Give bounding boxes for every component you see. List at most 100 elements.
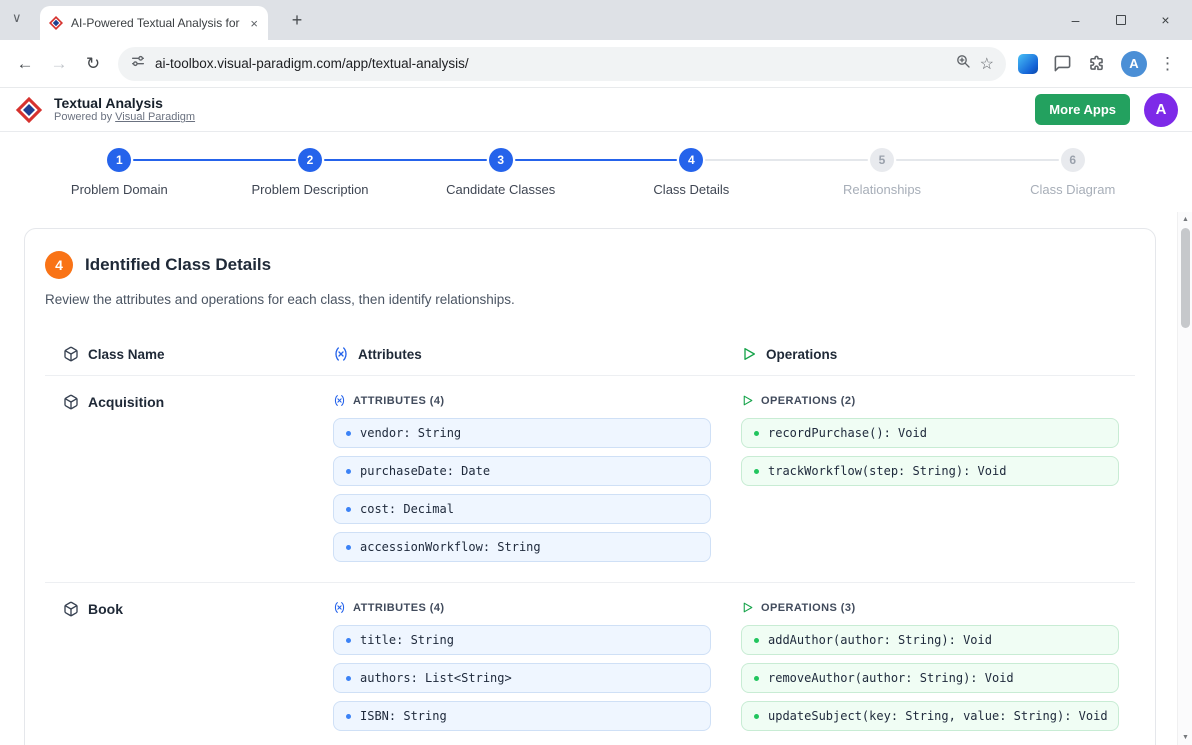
attributes-variable-icon — [333, 394, 346, 407]
step-label: Class Details — [653, 182, 729, 197]
bullet-icon — [346, 469, 351, 474]
step-relationships[interactable]: 5 Relationships — [787, 148, 978, 197]
column-operations: Operations — [766, 347, 837, 362]
back-button[interactable]: ← — [8, 47, 42, 81]
forward-button[interactable]: → — [42, 47, 76, 81]
bullet-icon — [346, 714, 351, 719]
step-candidate-classes[interactable]: 3 Candidate Classes — [405, 148, 596, 197]
operation-pill[interactable]: recordPurchase(): Void — [741, 418, 1119, 448]
user-avatar[interactable]: A — [1144, 93, 1178, 127]
url-text[interactable]: ai-toolbox.visual-paradigm.com/app/textu… — [155, 56, 946, 71]
extensions-puzzle-icon[interactable] — [1087, 54, 1106, 73]
attribute-pill[interactable]: ISBN: String — [333, 701, 711, 731]
page-content: 4 Identified Class Details Review the at… — [0, 212, 1192, 745]
more-apps-button[interactable]: More Apps — [1035, 94, 1130, 125]
site-settings-icon[interactable] — [130, 53, 146, 74]
bookmark-star-icon[interactable]: ☆ — [980, 54, 994, 74]
attribute-text: ISBN: String — [360, 709, 447, 723]
browser-tab[interactable]: AI-Powered Textual Analysis for × — [40, 6, 268, 40]
step-problem-domain[interactable]: 1 Problem Domain — [24, 148, 215, 197]
tab-close-icon[interactable]: × — [248, 16, 260, 31]
reload-button[interactable]: ↻ — [76, 47, 110, 81]
class-row-acquisition: Acquisition ATTRIBUTES (4) vendor: Strin… — [45, 376, 1135, 583]
bullet-icon — [754, 638, 759, 643]
attribute-pill[interactable]: title: String — [333, 625, 711, 655]
table-header-row: Class Name Attributes Operations — [45, 333, 1135, 376]
attribute-pill[interactable]: purchaseDate: Date — [333, 456, 711, 486]
browser-menu-icon[interactable]: ⋮ — [1157, 54, 1184, 74]
class-box-icon — [63, 346, 79, 362]
scrollbar-thumb[interactable] — [1181, 228, 1190, 328]
new-tab-button[interactable]: + — [284, 7, 310, 33]
bullet-icon — [754, 714, 759, 719]
step-number: 2 — [298, 148, 322, 172]
app-titles: Textual Analysis Powered by Visual Parad… — [54, 95, 195, 125]
class-details-card: 4 Identified Class Details Review the at… — [24, 228, 1156, 745]
operation-pill[interactable]: trackWorkflow(step: String): Void — [741, 456, 1119, 486]
step-badge: 4 — [45, 251, 73, 279]
operation-pill[interactable]: addAuthor(author: String): Void — [741, 625, 1119, 655]
class-name: Book — [88, 601, 123, 617]
scroll-up-icon[interactable]: ▲ — [1178, 216, 1192, 223]
browser-profile-avatar[interactable]: A — [1121, 51, 1147, 77]
operation-text: removeAuthor(author: String): Void — [768, 671, 1014, 685]
class-box-icon — [63, 601, 79, 617]
step-label: Problem Description — [251, 182, 368, 197]
bullet-icon — [346, 545, 351, 550]
bullet-icon — [346, 507, 351, 512]
attribute-pill[interactable]: authors: List<String> — [333, 663, 711, 693]
app-title: Textual Analysis — [54, 95, 195, 112]
step-number: 6 — [1061, 148, 1085, 172]
step-class-details[interactable]: 4 Class Details — [596, 148, 787, 197]
bullet-icon — [754, 469, 759, 474]
step-class-diagram[interactable]: 6 Class Diagram — [977, 148, 1168, 197]
column-attributes: Attributes — [358, 347, 422, 362]
attribute-pill[interactable]: vendor: String — [333, 418, 711, 448]
attributes-cell: ATTRIBUTES (4) vendor: String purchaseDa… — [333, 394, 741, 562]
close-window-button[interactable]: × — [1143, 0, 1188, 40]
step-problem-description[interactable]: 2 Problem Description — [215, 148, 406, 197]
extensions-area: A — [1018, 51, 1147, 77]
wizard-stepper: 1 Problem Domain 2 Problem Description 3… — [0, 132, 1192, 212]
scroll-down-icon[interactable]: ▼ — [1178, 734, 1192, 741]
attribute-text: purchaseDate: Date — [360, 464, 490, 478]
bullet-icon — [346, 676, 351, 681]
copilot-extension-icon[interactable] — [1018, 54, 1038, 74]
page-subtitle: Review the attributes and operations for… — [45, 292, 1135, 307]
step-label: Problem Domain — [71, 182, 168, 197]
zoom-icon[interactable] — [955, 53, 971, 74]
tab-title: AI-Powered Textual Analysis for — [71, 16, 241, 30]
attribute-text: accessionWorkflow: String — [360, 540, 541, 554]
attribute-pill[interactable]: accessionWorkflow: String — [333, 532, 711, 562]
visual-paradigm-link[interactable]: Visual Paradigm — [115, 111, 195, 123]
operation-text: addAuthor(author: String): Void — [768, 633, 992, 647]
operations-play-icon — [741, 394, 754, 407]
operations-count-label: OPERATIONS (2) — [761, 395, 856, 407]
address-bar[interactable]: ai-toolbox.visual-paradigm.com/app/textu… — [118, 47, 1006, 81]
attributes-count-label: ATTRIBUTES (4) — [353, 602, 445, 614]
page-scrollbar[interactable]: ▲ ▼ — [1177, 212, 1192, 745]
chat-extension-icon[interactable] — [1053, 54, 1072, 73]
step-label: Relationships — [843, 182, 921, 197]
operations-play-icon — [741, 601, 754, 614]
app-header: Textual Analysis Powered by Visual Parad… — [0, 88, 1192, 132]
maximize-button[interactable] — [1098, 0, 1143, 40]
operation-pill[interactable]: removeAuthor(author: String): Void — [741, 663, 1119, 693]
powered-by: Powered by Visual Paradigm — [54, 111, 195, 124]
attribute-text: cost: Decimal — [360, 502, 454, 516]
bullet-icon — [754, 676, 759, 681]
attribute-text: vendor: String — [360, 426, 461, 440]
operation-pill[interactable]: updateSubject(key: String, value: String… — [741, 701, 1119, 731]
tab-search-chevron-icon[interactable]: ∨ — [12, 10, 22, 26]
class-name-cell: Acquisition — [63, 394, 333, 410]
maximize-icon — [1116, 15, 1126, 25]
minimize-button[interactable]: – — [1053, 0, 1098, 40]
step-number: 1 — [107, 148, 131, 172]
step-number: 5 — [870, 148, 894, 172]
bullet-icon — [754, 431, 759, 436]
attribute-text: authors: List<String> — [360, 671, 512, 685]
step-label: Class Diagram — [1030, 182, 1115, 197]
class-box-icon — [63, 394, 79, 410]
attribute-pill[interactable]: cost: Decimal — [333, 494, 711, 524]
visual-paradigm-favicon-icon — [48, 15, 64, 31]
